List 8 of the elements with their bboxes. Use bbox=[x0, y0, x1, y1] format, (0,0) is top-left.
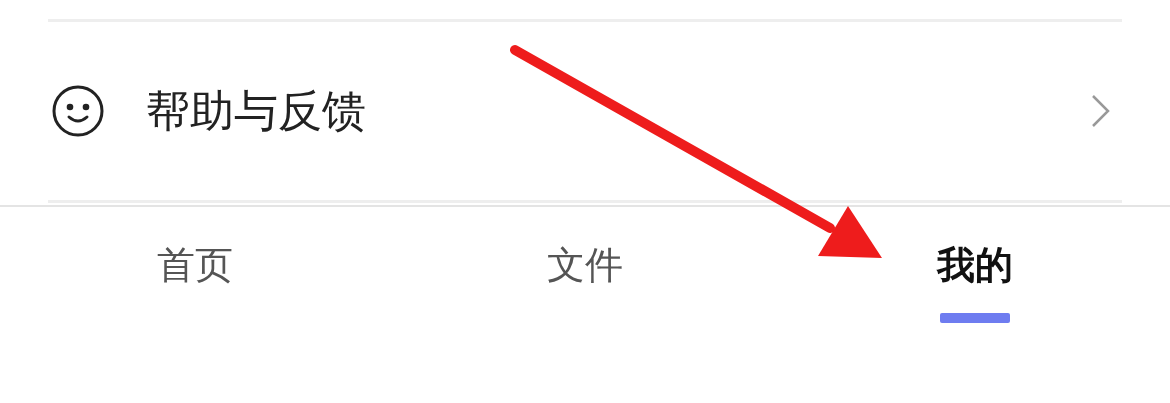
chevron-right-icon bbox=[1090, 94, 1110, 128]
menu-label: 帮助与反馈 bbox=[146, 84, 367, 138]
smiley-icon bbox=[52, 85, 104, 137]
tab[interactable]: 文件 bbox=[547, 243, 623, 289]
tab[interactable]: 首页 bbox=[157, 243, 233, 289]
menu-item[interactable]: 帮助与反馈 bbox=[48, 19, 1122, 203]
tab[interactable]: 我的 bbox=[937, 243, 1013, 289]
tab-indicator bbox=[940, 312, 1010, 323]
